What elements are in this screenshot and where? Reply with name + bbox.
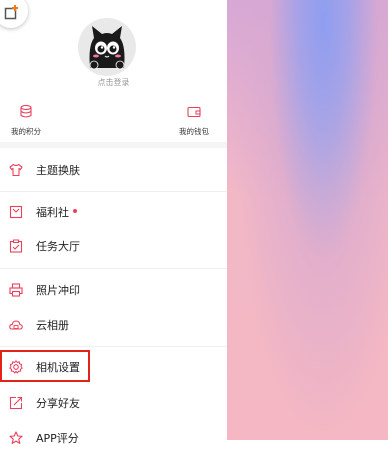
divider xyxy=(0,346,227,347)
menu-item-theme[interactable]: 主题换肤 xyxy=(0,152,227,188)
cat-avatar-icon xyxy=(89,26,125,70)
add-button[interactable] xyxy=(0,0,28,28)
share-icon xyxy=(9,396,23,410)
menu-item-theme-label: 主题换肤 xyxy=(36,164,80,177)
printer-icon xyxy=(9,283,23,297)
menu-item-rate-app[interactable]: APP评分 xyxy=(0,420,227,456)
menu-item-cloud-album[interactable]: 云相册 xyxy=(0,307,227,343)
login-link[interactable]: 点击登录 xyxy=(0,77,227,88)
menu-item-share-label: 分享好友 xyxy=(36,397,80,410)
menu-item-photo-print-label: 照片冲印 xyxy=(36,284,80,297)
dimmed-background[interactable] xyxy=(227,0,388,440)
notification-dot xyxy=(73,209,77,213)
menu-item-welfare[interactable]: 福利社 xyxy=(0,194,227,230)
add-icon xyxy=(4,5,18,20)
menu-item-tasks[interactable]: 任务大厅 xyxy=(0,228,227,264)
divider xyxy=(0,268,227,269)
menu-item-tasks-label: 任务大厅 xyxy=(36,240,80,253)
shirt-icon xyxy=(9,163,23,177)
avatar[interactable] xyxy=(78,18,136,76)
my-points-button[interactable]: 我的积分 xyxy=(6,103,46,137)
menu-item-photo-print[interactable]: 照片冲印 xyxy=(0,272,227,308)
section-divider xyxy=(0,142,227,148)
my-wallet-label: 我的钱包 xyxy=(179,127,209,136)
menu-item-share[interactable]: 分享好友 xyxy=(0,385,227,421)
side-drawer: 点击登录 我的积分 我的钱包 主题换肤 福利社 任务大厅 照片冲印 云相册 相机… xyxy=(0,0,227,445)
database-icon xyxy=(20,104,32,118)
gift-box-icon xyxy=(9,205,23,219)
my-points-label: 我的积分 xyxy=(11,127,41,136)
star-icon xyxy=(9,431,23,444)
menu-item-cloud-album-label: 云相册 xyxy=(36,319,69,332)
cloud-album-icon xyxy=(9,320,23,330)
menu-item-rate-app-label: APP评分 xyxy=(36,432,79,445)
wallet-icon xyxy=(187,106,201,118)
clipboard-check-icon xyxy=(9,239,23,253)
my-wallet-button[interactable]: 我的钱包 xyxy=(174,103,214,137)
divider xyxy=(0,191,227,192)
menu-item-welfare-label: 福利社 xyxy=(36,204,77,220)
highlight-box xyxy=(0,350,90,382)
